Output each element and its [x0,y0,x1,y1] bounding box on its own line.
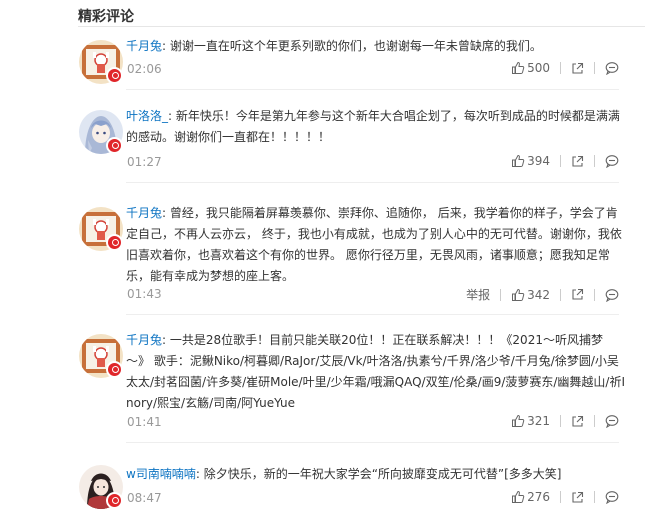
comment-actions: 394 [511,154,619,168]
reply-icon[interactable] [605,288,619,302]
comment-actions: 500 [511,61,619,75]
reply-icon[interactable] [605,154,619,168]
action-divider [560,288,561,301]
like-count: 276 [527,490,550,504]
thumb-up-icon [511,61,525,75]
comment-content: 一共是28位歌手！目前只能关联20位！！正在联系解决！！！《2021～听风捕梦～… [126,333,625,410]
action-divider [594,491,595,503]
reply-icon[interactable] [605,490,619,504]
thumb-up-icon [511,288,525,302]
comment-content: 新年快乐！今年是第九年参与这个新年大合唱企划了，每次听到成品的时候都是满满的感动… [126,109,620,144]
section-title: 精彩评论 [78,9,134,25]
comment-time: 01:27 [127,155,162,169]
like-count: 342 [527,287,550,302]
like-count: 500 [527,61,550,75]
row-divider [126,314,619,315]
share-icon[interactable] [571,155,584,168]
like-button[interactable]: 342 [511,288,550,302]
comment-time: 02:06 [127,62,162,76]
comment-actions: 276 [511,490,619,504]
comment-time: 01:43 [127,287,162,301]
vip-badge-icon [106,67,123,84]
action-divider [594,62,595,74]
comment-content: 谢谢一直在听这个年更系列歌的你们，也谢谢每一年未曾缺席的我们。 [166,39,542,53]
share-icon[interactable] [571,491,584,504]
report-link[interactable]: 举报 [466,286,490,303]
comment-actions: 举报 342 [466,286,619,303]
comment-text: 千月兔: 曾经，我只能隔着屏幕羡慕你、崇拜你、追随你， 后来，我学着你的样子，学… [126,203,626,287]
action-divider [594,415,595,427]
like-button[interactable]: 321 [511,414,550,428]
action-divider [560,155,561,167]
comment-time: 01:41 [127,415,162,429]
comment-text: 千月兔: 谢谢一直在听这个年更系列歌的你们，也谢谢每一年未曾缺席的我们。 [126,36,626,57]
user-nickname[interactable]: 千月兔 [126,206,162,220]
action-divider [560,62,561,74]
comment-content: 除夕快乐，新的一年祝大家学会“所向披靡变成无可代替”[多多大笑] [199,467,562,481]
thumb-up-icon [511,490,525,504]
like-count: 394 [527,154,550,168]
user-nickname[interactable]: 千月兔 [126,333,162,347]
share-icon[interactable] [571,62,584,75]
vip-badge-icon [106,492,123,509]
vip-badge-icon [106,361,123,378]
action-divider [500,288,502,301]
comments-panel: 精彩评论 千月兔: 谢谢一直在听这个年更系列歌的你们，也谢谢每一年未曾缺席的我们… [0,0,645,522]
like-count: 321 [527,414,550,428]
vip-badge-icon [106,234,123,251]
like-button[interactable]: 500 [511,61,550,75]
share-icon[interactable] [571,415,584,428]
like-button[interactable]: 276 [511,490,550,504]
action-divider [560,415,561,427]
action-divider [560,491,561,503]
thumb-up-icon [511,154,525,168]
row-divider [126,442,619,443]
comment-content: 曾经，我只能隔着屏幕羡慕你、崇拜你、追随你， 后来，我学着你的样子，学会了肯定自… [126,206,622,283]
row-divider [126,182,619,183]
like-button[interactable]: 394 [511,154,550,168]
thumb-up-icon [511,414,525,428]
row-divider [126,89,619,90]
comment-text: 千月兔: 一共是28位歌手！目前只能关联20位！！正在联系解决！！！《2021～… [126,330,626,414]
vip-badge-icon [106,137,123,154]
action-divider [594,288,595,301]
reply-icon[interactable] [605,414,619,428]
section-divider [78,26,645,27]
share-icon[interactable] [571,288,584,301]
user-nickname[interactable]: w司南喃喃喃 [126,467,196,481]
user-nickname[interactable]: 叶洛洛_ [126,109,168,123]
action-divider [594,155,595,167]
comment-actions: 321 [511,414,619,428]
user-nickname[interactable]: 千月兔 [126,39,162,53]
comment-time: 08:47 [127,491,162,505]
reply-icon[interactable] [605,61,619,75]
comment-text: w司南喃喃喃: 除夕快乐，新的一年祝大家学会“所向披靡变成无可代替”[多多大笑] [126,464,626,485]
comment-text: 叶洛洛_: 新年快乐！今年是第九年参与这个新年大合唱企划了，每次听到成品的时候都… [126,106,626,148]
